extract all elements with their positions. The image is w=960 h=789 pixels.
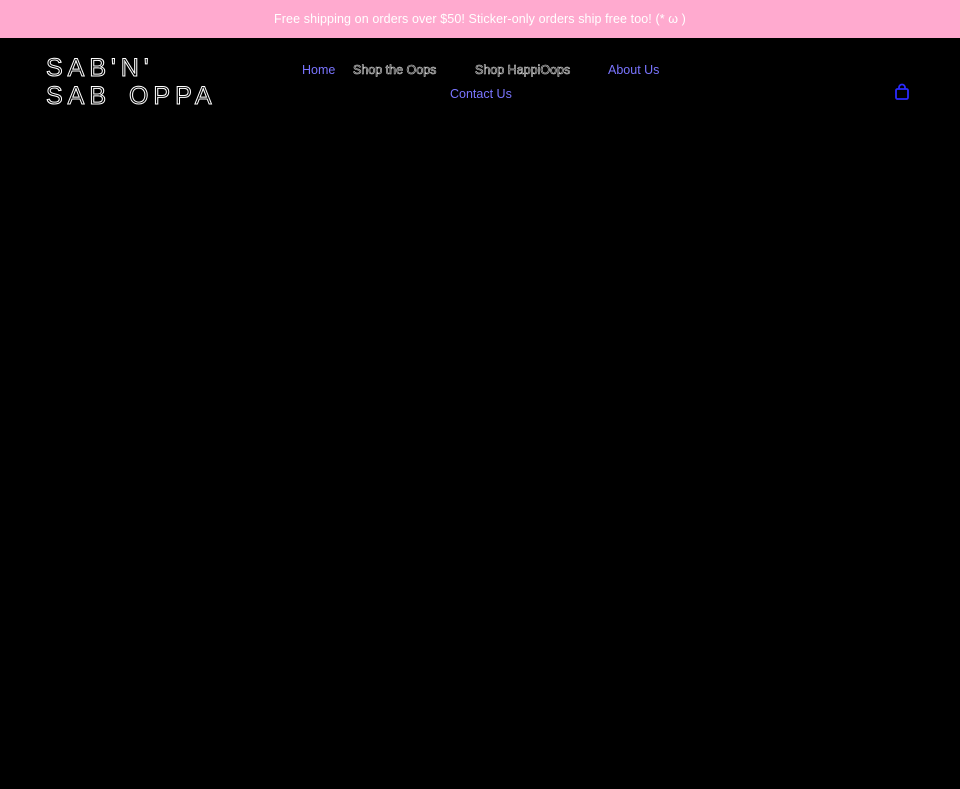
site-header: SAB'N' SAB OPPA Home Shop the Oops Shop … [0,38,960,789]
announcement-text: Free shipping on orders over $50! Sticke… [274,12,686,26]
shopping-bag-icon [895,83,909,100]
cart-button[interactable] [893,83,911,101]
announcement-bar: Free shipping on orders over $50! Sticke… [0,0,960,38]
nav-shop-the-oops-link[interactable]: Shop the Oops [353,62,437,78]
nav-contact-us-link[interactable]: Contact Us [450,86,512,102]
site-logo[interactable]: SAB'N' SAB OPPA [46,54,226,111]
nav-about-us-link[interactable]: About Us [608,62,659,78]
nav-shop-happioops-link[interactable]: Shop HappiOops [475,62,571,78]
nav-home-link[interactable]: Home [302,62,335,78]
